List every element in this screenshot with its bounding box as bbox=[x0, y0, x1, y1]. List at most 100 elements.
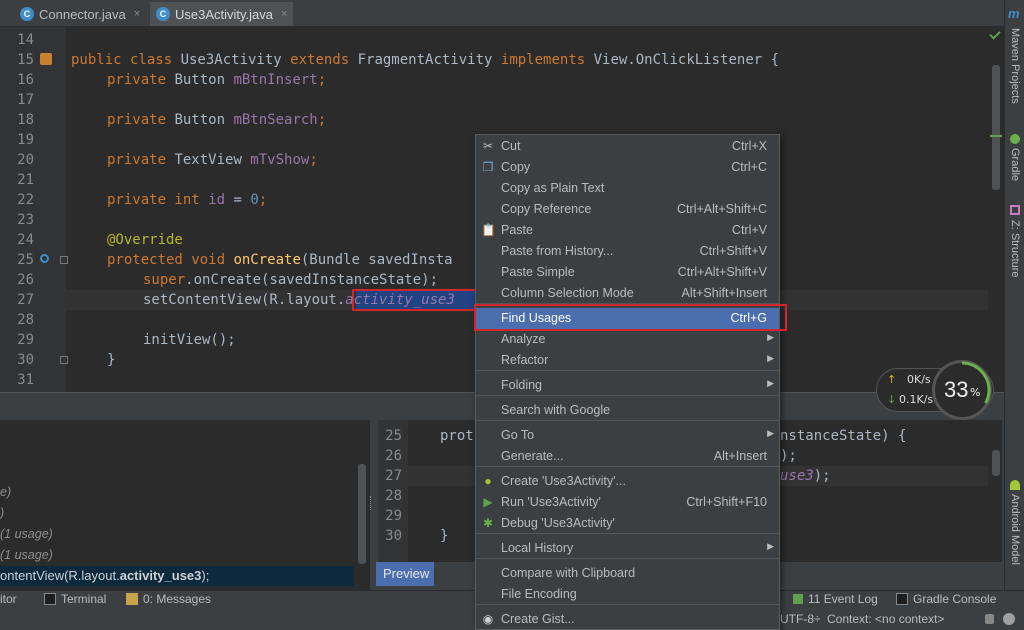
code-text: .onCreate(savedInstanceState); bbox=[185, 272, 439, 288]
menu-item-label: Paste Simple bbox=[501, 265, 575, 279]
line-number: 18 bbox=[17, 112, 34, 128]
tab-label: Connector.java bbox=[39, 6, 126, 22]
fold-marker-icon[interactable] bbox=[60, 256, 68, 264]
menu-item-copy[interactable]: ❐ Copy Ctrl+C bbox=[476, 157, 779, 178]
find-usages-highlight-box bbox=[474, 304, 787, 331]
implements-marker-icon[interactable] bbox=[40, 53, 52, 65]
code-line-24[interactable]: @Override bbox=[107, 230, 183, 250]
tab-use3activity-java[interactable]: C Use3Activity.java × bbox=[150, 2, 294, 26]
tool-editor[interactable]: itor bbox=[0, 592, 17, 606]
context-status[interactable]: Context: <no context> bbox=[827, 612, 944, 626]
code-text: (Bundle savedInsta bbox=[300, 252, 453, 268]
inspector-icon[interactable] bbox=[1003, 613, 1015, 625]
menu-item-cut[interactable]: ✂ Cut Ctrl+X bbox=[476, 136, 779, 157]
menu-item-local-history[interactable]: Local History ▶ bbox=[476, 538, 779, 559]
code-line-18[interactable]: private Button mBtnSearch; bbox=[107, 110, 326, 130]
menu-item-paste-simple[interactable]: Paste Simple Ctrl+Alt+Shift+V bbox=[476, 262, 779, 283]
class-name: Use3Activity bbox=[180, 52, 291, 68]
close-icon[interactable]: × bbox=[134, 8, 140, 20]
field-name: mTvShow bbox=[250, 152, 310, 168]
android-model-tool[interactable]: Android Model bbox=[1005, 494, 1024, 579]
menu-item-refactor[interactable]: Refactor ▶ bbox=[476, 350, 779, 371]
menu-item-go-to[interactable]: Go To ▶ bbox=[476, 425, 779, 446]
field-name: id bbox=[208, 192, 226, 208]
line-number: 21 bbox=[17, 172, 34, 188]
menu-item-create-gist[interactable]: ◉ Create Gist... bbox=[476, 609, 779, 630]
menu-item-label: Copy as Plain Text bbox=[501, 181, 605, 195]
menu-item-label: Run 'Use3Activity' bbox=[501, 495, 601, 509]
line-number: 14 bbox=[17, 32, 34, 48]
code-line-27[interactable]: setContentView(R.layout.activity_use3 bbox=[143, 290, 455, 310]
tab-connector-java[interactable]: C Connector.java × bbox=[14, 2, 146, 26]
menu-item-label: Compare with Clipboard bbox=[501, 566, 636, 580]
usage-tree-item[interactable]: ) bbox=[0, 506, 4, 520]
tree-scrollbar[interactable] bbox=[358, 464, 366, 564]
usage-tree-item[interactable]: (1 usage) bbox=[0, 548, 53, 562]
menu-item-debug-use3activity[interactable]: ✱ Debug 'Use3Activity' bbox=[476, 513, 779, 534]
messages-icon bbox=[126, 593, 138, 605]
menu-item-analyze[interactable]: Analyze ▶ bbox=[476, 329, 779, 350]
code-line-30[interactable]: } bbox=[107, 350, 115, 370]
menu-item-paste-from-history[interactable]: Paste from History... Ctrl+Shift+V bbox=[476, 241, 779, 262]
menu-item-folding[interactable]: Folding ▶ bbox=[476, 375, 779, 396]
code-line-15[interactable]: public class Use3Activity extends Fragme… bbox=[71, 50, 779, 70]
menu-item-label: Generate... bbox=[501, 449, 564, 463]
cpu-usage-gauge: 33 % bbox=[932, 360, 992, 420]
tool-event-log[interactable]: 11 Event Log bbox=[793, 592, 878, 606]
menu-item-shortcut: Ctrl+X bbox=[731, 139, 767, 153]
structure-tool[interactable]: Z: Structure bbox=[1005, 220, 1024, 290]
tool-messages[interactable]: 0: Messages bbox=[126, 592, 211, 606]
code-line-26[interactable]: super.onCreate(savedInstanceState); bbox=[143, 270, 438, 290]
lock-icon[interactable] bbox=[985, 614, 994, 624]
tool-terminal[interactable]: Terminal bbox=[44, 592, 106, 606]
tool-gradle-console[interactable]: Gradle Console bbox=[896, 592, 996, 606]
menu-item-shortcut: Ctrl+C bbox=[731, 160, 767, 174]
splitter-handle[interactable] bbox=[370, 496, 373, 510]
maven-projects-tool[interactable]: Maven Projects bbox=[1005, 28, 1024, 118]
menu-item-file-encoding[interactable]: File Encoding bbox=[476, 584, 779, 605]
preview-scrollbar[interactable] bbox=[992, 450, 1000, 476]
file-encoding-status[interactable]: UTF-8÷ bbox=[780, 612, 821, 626]
line-number: 29 bbox=[17, 332, 34, 348]
keyword: private bbox=[107, 72, 175, 88]
usage-tree-item-selected[interactable]: ontentView(R.layout.activity_use3); bbox=[0, 566, 354, 586]
menu-item-copy-as-plain-text[interactable]: Copy as Plain Text bbox=[476, 178, 779, 199]
scrollbar-thumb[interactable] bbox=[992, 65, 1000, 190]
type-name: FragmentActivity bbox=[357, 52, 501, 68]
menu-item-label: Create 'Use3Activity'... bbox=[501, 474, 626, 488]
line-number: 26 bbox=[17, 272, 34, 288]
gradle-console-icon bbox=[896, 593, 908, 605]
code-line-16[interactable]: private Button mBtnInsert; bbox=[107, 70, 326, 90]
keyword: public class bbox=[71, 52, 181, 68]
menu-item-compare-with-clipboard[interactable]: Compare with Clipboard bbox=[476, 563, 779, 584]
preview-tab[interactable]: Preview bbox=[376, 562, 434, 586]
usage-tree-item[interactable]: e) bbox=[0, 485, 11, 499]
editor-context-menu: ✂ Cut Ctrl+X ❐ Copy Ctrl+C Copy as Plain Text C… bbox=[475, 134, 780, 630]
menu-item-run-use3activity[interactable]: ▶ Run 'Use3Activity' Ctrl+Shift+F10 bbox=[476, 492, 779, 513]
editor-scrollbar[interactable] bbox=[988, 27, 1004, 392]
tool-label: 11 Event Log bbox=[808, 592, 878, 606]
tool-label: Gradle Console bbox=[913, 592, 997, 606]
menu-item-search-with-google[interactable]: Search with Google bbox=[476, 400, 779, 421]
fold-marker-icon[interactable] bbox=[60, 356, 68, 364]
number-literal: 0 bbox=[250, 192, 259, 208]
menu-item-generate[interactable]: Generate... Alt+Insert bbox=[476, 446, 779, 467]
close-icon[interactable]: × bbox=[281, 8, 287, 20]
menu-item-paste[interactable]: 📋 Paste Ctrl+V bbox=[476, 220, 779, 241]
line-number: 20 bbox=[17, 152, 34, 168]
code-line-29[interactable]: initView(); bbox=[143, 330, 236, 350]
code-text: setContentView(R.layout. bbox=[143, 292, 346, 308]
right-tool-window-bar: m Maven Projects Gradle Z: Structure And… bbox=[1004, 0, 1024, 590]
line-number: 30 bbox=[17, 352, 34, 368]
menu-item-create-use3activity[interactable]: ● Create 'Use3Activity'... bbox=[476, 471, 779, 492]
gradle-tool[interactable]: Gradle bbox=[1005, 148, 1024, 188]
code-line-22[interactable]: private int id = 0; bbox=[107, 190, 267, 210]
override-marker-icon[interactable] bbox=[40, 254, 49, 263]
line-number: 17 bbox=[17, 92, 34, 108]
usage-tree-item[interactable]: (1 usage) bbox=[0, 527, 53, 541]
menu-item-copy-reference[interactable]: Copy Reference Ctrl+Alt+Shift+C bbox=[476, 199, 779, 220]
menu-item-column-selection-mode[interactable]: Column Selection Mode Alt+Shift+Insert bbox=[476, 283, 779, 304]
code-line-25[interactable]: protected void onCreate(Bundle savedInst… bbox=[107, 250, 453, 270]
menu-item-shortcut: Ctrl+V bbox=[731, 223, 767, 237]
code-line-20[interactable]: private TextView mTvShow; bbox=[107, 150, 318, 170]
